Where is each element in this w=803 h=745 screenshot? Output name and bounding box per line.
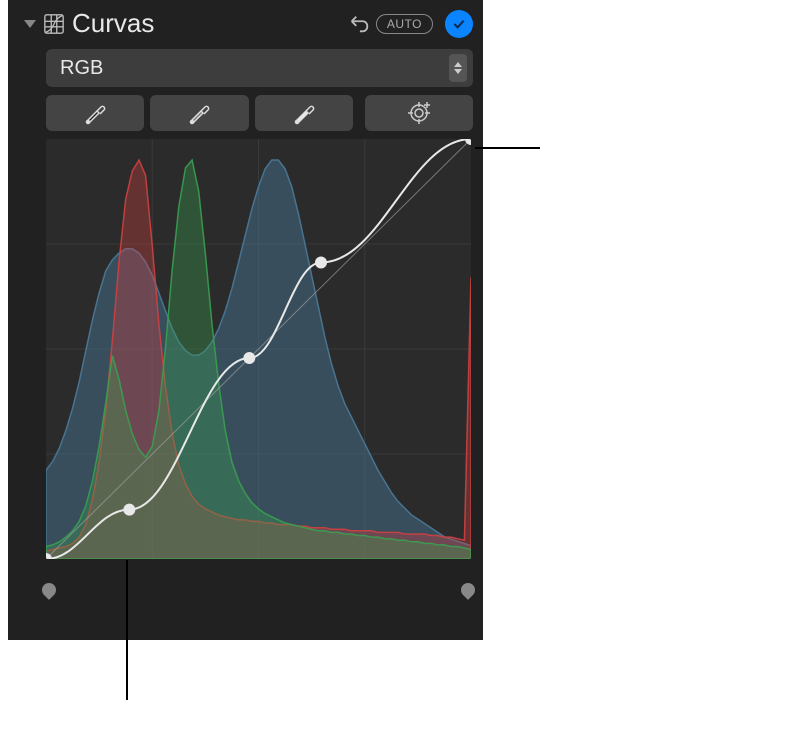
white-point-handle[interactable] bbox=[458, 580, 478, 600]
disclosure-triangle[interactable] bbox=[24, 20, 36, 28]
channel-select[interactable]: RGB bbox=[46, 49, 473, 87]
curves-histogram[interactable] bbox=[46, 139, 471, 559]
enable-toggle[interactable] bbox=[445, 10, 473, 38]
auto-button[interactable]: AUTO bbox=[376, 14, 433, 34]
panel-header: Curvas AUTO bbox=[18, 8, 473, 39]
callout-line-curve-point bbox=[126, 560, 128, 700]
controls-area: RGB bbox=[18, 49, 473, 579]
curves-panel: Curvas AUTO RGB bbox=[8, 0, 483, 640]
callout-line-add-point bbox=[475, 147, 540, 149]
channel-select-value: RGB bbox=[60, 57, 449, 80]
stepper-icon bbox=[449, 54, 467, 82]
curves-icon bbox=[42, 12, 66, 36]
eyedropper-row bbox=[46, 95, 473, 131]
eyedropper-white-button[interactable] bbox=[255, 95, 353, 131]
eyedropper-black-button[interactable] bbox=[46, 95, 144, 131]
add-point-button[interactable] bbox=[365, 95, 473, 131]
panel-title: Curvas bbox=[72, 8, 342, 39]
black-point-handle[interactable] bbox=[39, 580, 59, 600]
eyedropper-gray-button[interactable] bbox=[150, 95, 248, 131]
handles bbox=[46, 559, 471, 579]
reset-icon[interactable] bbox=[348, 13, 370, 35]
